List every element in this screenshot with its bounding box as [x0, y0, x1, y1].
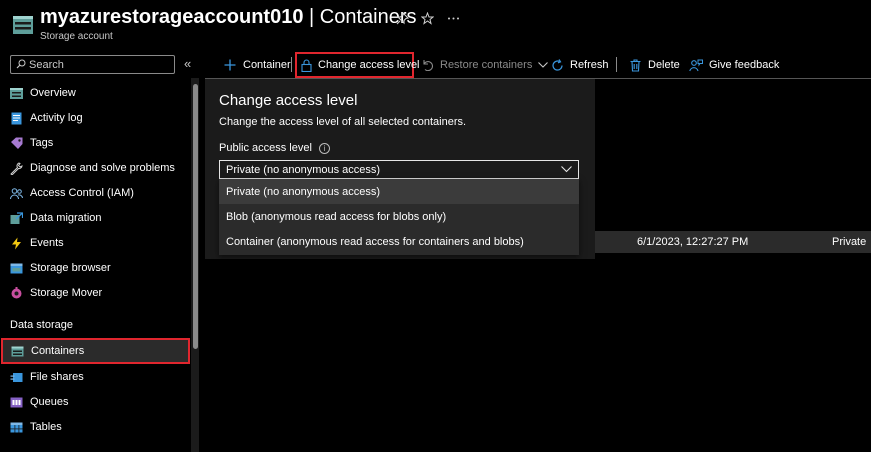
queues-icon	[10, 397, 23, 407]
delete-button[interactable]: Delete	[628, 52, 680, 78]
sidebar-item-label: Data migration	[30, 212, 102, 224]
restore-containers-label: Restore containers	[440, 59, 533, 71]
chevron-down-icon	[538, 62, 549, 68]
sidebar-search[interactable]	[10, 55, 175, 74]
tables-icon	[10, 422, 23, 432]
table-row[interactable]: 6/1/2023, 12:27:27 PM Private	[580, 231, 871, 253]
sidebar-item-activity-log[interactable]: Activity log	[0, 105, 190, 131]
option-blob[interactable]: Blob (anonymous read access for blobs on…	[219, 204, 579, 229]
main-content: 6/1/2023, 12:27:27 PM Private Change acc…	[205, 78, 871, 452]
containers-icon	[11, 346, 24, 356]
title-separator: |	[303, 6, 320, 28]
sidebar-item-label: Storage browser	[30, 262, 111, 274]
selected-value: Private (no anonymous access)	[226, 163, 381, 176]
sidebar-item-events[interactable]: Events	[0, 230, 190, 256]
sidebar-item-label: Overview	[30, 87, 76, 99]
sidebar-item-label: Tables	[30, 421, 62, 433]
option-private[interactable]: Private (no anonymous access)	[219, 179, 579, 204]
overview-icon	[10, 87, 23, 99]
feedback-icon	[689, 58, 703, 72]
sidebar-item-label: File shares	[30, 371, 84, 383]
sidebar-item-label: Tags	[30, 137, 54, 149]
section-title-data-storage: Data storage	[10, 319, 73, 331]
resource-name: myazurestorageaccount010	[40, 6, 304, 28]
add-container-button[interactable]: Container	[223, 52, 291, 78]
lightning-icon	[12, 237, 21, 249]
public-access-level-label: Public access level i	[219, 142, 330, 154]
file-shares-icon	[10, 372, 23, 382]
panel-description: Change the access level of all selected …	[219, 116, 467, 128]
resource-type-subtitle: Storage account	[40, 31, 113, 42]
undo-icon	[420, 58, 434, 72]
last-modified-cell: 6/1/2023, 12:27:27 PM	[637, 236, 749, 248]
storage-account-icon	[13, 16, 33, 34]
trash-icon	[628, 58, 642, 72]
sidebar-item-label: Containers	[31, 345, 85, 357]
collapse-sidebar-icon[interactable]: «	[184, 56, 191, 71]
star-icon[interactable]	[419, 10, 435, 26]
data-migration-icon	[10, 211, 23, 224]
pin-icon[interactable]	[394, 10, 410, 26]
refresh-button[interactable]: Refresh	[550, 52, 609, 78]
delete-label: Delete	[648, 59, 680, 71]
sidebar-item-diagnose[interactable]: Diagnose and solve problems	[0, 155, 190, 181]
public-access-level-select[interactable]: Private (no anonymous access)	[219, 160, 579, 179]
tag-icon	[11, 137, 23, 149]
access-level-dropdown: Private (no anonymous access) Blob (anon…	[219, 179, 579, 255]
more-options-icon[interactable]	[445, 10, 461, 26]
change-access-level-button[interactable]: Change access level	[295, 52, 420, 78]
sidebar-item-storage-mover[interactable]: Storage Mover	[0, 280, 190, 306]
search-input[interactable]	[29, 56, 169, 73]
toolbar-divider	[616, 57, 617, 72]
sidebar-item-containers[interactable]: Containers	[1, 338, 190, 364]
access-level-cell: Private	[832, 236, 867, 248]
change-access-level-panel: Change access level Change the access le…	[205, 79, 595, 259]
refresh-label: Refresh	[570, 59, 609, 71]
sidebar-item-tags[interactable]: Tags	[0, 130, 190, 156]
sidebar-item-overview[interactable]: Overview	[0, 80, 190, 106]
sidebar-item-label: Queues	[30, 396, 69, 408]
change-access-level-label: Change access level	[318, 59, 420, 71]
give-feedback-label: Give feedback	[709, 59, 780, 71]
toolbar-divider	[291, 57, 292, 72]
sidebar-item-tables[interactable]: Tables	[0, 414, 190, 440]
scrollbar-thumb[interactable]	[193, 84, 198, 349]
chevron-down-icon	[561, 164, 572, 176]
sidebar-item-data-migration[interactable]: Data migration	[0, 205, 190, 231]
wrench-icon	[10, 161, 23, 175]
sidebar-item-label: Access Control (IAM)	[30, 187, 134, 199]
restore-containers-button[interactable]: Restore containers	[420, 52, 549, 78]
sidebar-scrollbar[interactable]	[191, 78, 199, 452]
field-label-text: Public access level	[219, 142, 312, 154]
sidebar-item-label: Storage Mover	[30, 287, 103, 299]
sidebar: « Overview Activity log Tags Diagnose an…	[0, 52, 200, 452]
sidebar-item-label: Activity log	[30, 112, 83, 124]
give-feedback-button[interactable]: Give feedback	[689, 52, 779, 78]
people-icon	[10, 187, 23, 199]
sidebar-item-label: Diagnose and solve problems	[30, 162, 175, 174]
option-container[interactable]: Container (anonymous read access for con…	[219, 229, 579, 254]
storage-mover-icon	[11, 286, 22, 298]
refresh-icon	[550, 58, 564, 72]
lock-icon	[301, 58, 312, 72]
page-header: myazurestorageaccount010 | Containers St…	[0, 0, 871, 50]
plus-icon	[223, 58, 237, 72]
sidebar-item-file-shares[interactable]: File shares	[0, 364, 190, 390]
search-icon	[16, 59, 26, 69]
command-bar: Container Change access level Restore co…	[205, 52, 871, 78]
info-icon[interactable]: i	[318, 142, 330, 154]
activity-log-icon	[11, 112, 22, 124]
sidebar-item-queues[interactable]: Queues	[0, 389, 190, 415]
sidebar-item-storage-browser[interactable]: Storage browser	[0, 255, 190, 281]
add-container-label: Container	[243, 59, 291, 71]
storage-browser-icon	[10, 263, 23, 273]
panel-title: Change access level	[219, 92, 358, 109]
sidebar-item-iam[interactable]: Access Control (IAM)	[0, 180, 190, 206]
page-title: myazurestorageaccount010 | Containers	[40, 6, 416, 29]
sidebar-item-label: Events	[30, 237, 64, 249]
